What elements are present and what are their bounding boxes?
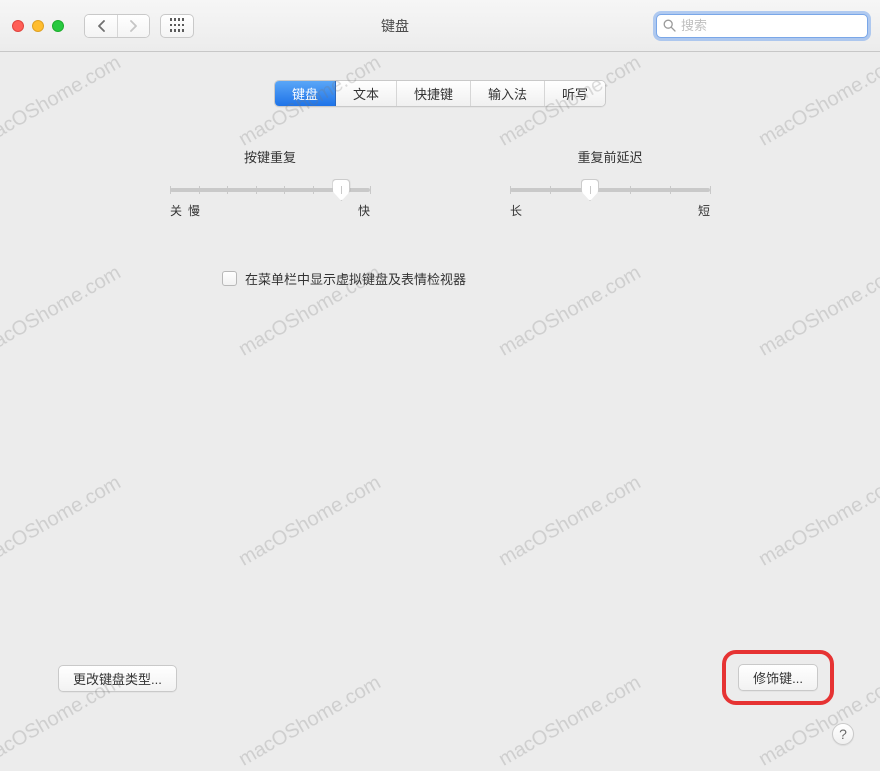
window-title: 键盘 <box>204 16 646 36</box>
tab-shortcuts[interactable]: 快捷键 <box>397 81 471 106</box>
key-repeat-label: 按键重复 <box>170 147 370 166</box>
search-input[interactable] <box>681 18 861 33</box>
chevron-left-icon <box>97 20 106 32</box>
back-button[interactable] <box>85 15 117 37</box>
toolbar: 键盘 <box>0 0 880 52</box>
show-viewers-label: 在菜单栏中显示虚拟键盘及表情检视器 <box>245 269 466 288</box>
minimize-window-button[interactable] <box>32 20 44 32</box>
show-viewers-row: 在菜单栏中显示虚拟键盘及表情检视器 <box>222 269 840 288</box>
delay-short-label: 短 <box>698 202 710 219</box>
nav-group <box>84 14 150 38</box>
delay-slider[interactable] <box>510 188 710 192</box>
window-controls <box>12 20 64 32</box>
tab-keyboard[interactable]: 键盘 <box>275 81 336 106</box>
tabs: 键盘 文本 快捷键 输入法 听写 <box>40 80 840 107</box>
delay-slider-block: 重复前延迟 长 短 <box>510 147 710 219</box>
show-viewers-checkbox[interactable] <box>222 271 237 286</box>
modifier-keys-button[interactable]: 修饰键... <box>738 664 818 691</box>
zoom-window-button[interactable] <box>52 20 64 32</box>
search-icon <box>663 19 676 32</box>
key-repeat-off-label: 关 <box>170 202 182 219</box>
highlight-annotation: 修饰键... <box>722 650 834 705</box>
show-all-button[interactable] <box>160 14 194 38</box>
delay-label: 重复前延迟 <box>510 147 710 166</box>
grid-icon <box>170 18 185 33</box>
chevron-right-icon <box>129 20 138 32</box>
key-repeat-fast-label: 快 <box>358 202 370 219</box>
tab-text[interactable]: 文本 <box>336 81 397 106</box>
close-window-button[interactable] <box>12 20 24 32</box>
key-repeat-slider[interactable] <box>170 188 370 192</box>
forward-button[interactable] <box>117 15 149 37</box>
delay-long-label: 长 <box>510 202 522 219</box>
key-repeat-slow-label: 慢 <box>188 202 200 219</box>
search-field[interactable] <box>656 14 868 38</box>
help-button[interactable]: ? <box>832 723 854 745</box>
question-icon: ? <box>839 726 847 742</box>
key-repeat-slider-block: 按键重复 关 慢 快 <box>170 147 370 219</box>
tab-input-sources[interactable]: 输入法 <box>471 81 545 106</box>
change-keyboard-type-button[interactable]: 更改键盘类型... <box>58 665 177 692</box>
content-area: 键盘 文本 快捷键 输入法 听写 按键重复 关 慢 快 <box>0 52 880 765</box>
tab-dictation[interactable]: 听写 <box>545 81 605 106</box>
